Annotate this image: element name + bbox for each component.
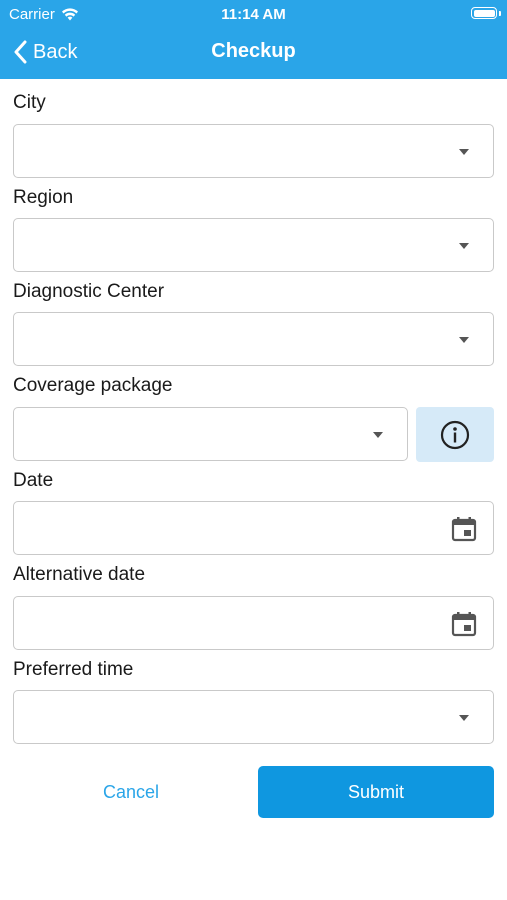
status-time: 11:14 AM	[221, 6, 286, 23]
date-input[interactable]	[13, 501, 494, 555]
submit-button[interactable]: Submit	[258, 766, 494, 818]
navigation-header: Carrier 11:14 AM Back Checkup	[0, 0, 507, 79]
city-label: City	[13, 92, 46, 113]
caret-down-icon	[459, 715, 469, 721]
battery-icon	[471, 7, 497, 19]
region-select[interactable]	[13, 218, 494, 272]
caret-down-icon	[459, 337, 469, 343]
calendar-icon	[451, 612, 477, 637]
coverage-package-label: Coverage package	[13, 375, 173, 396]
diagnostic-center-select[interactable]	[13, 312, 494, 366]
caret-down-icon	[459, 243, 469, 249]
coverage-package-select[interactable]	[13, 407, 408, 461]
coverage-info-button[interactable]	[416, 407, 494, 462]
alternative-date-input[interactable]	[13, 596, 494, 650]
cancel-label: Cancel	[102, 781, 160, 802]
preferred-time-select[interactable]	[13, 690, 494, 744]
page-title: Checkup	[211, 40, 296, 62]
alternative-date-label: Alternative date	[13, 564, 146, 585]
info-circle-icon	[440, 420, 470, 450]
battery-level	[473, 9, 495, 17]
preferred-time-label: Preferred time	[13, 659, 134, 680]
calendar-icon	[451, 517, 477, 542]
submit-label: Submit	[347, 781, 405, 802]
date-label: Date	[13, 470, 54, 491]
city-select[interactable]	[13, 124, 494, 178]
status-bar: Carrier 11:14 AM	[0, 0, 507, 28]
cancel-button[interactable]: Cancel	[13, 766, 249, 818]
region-label: Region	[13, 187, 74, 208]
caret-down-icon	[373, 432, 383, 438]
caret-down-icon	[459, 149, 469, 155]
diagnostic-center-label: Diagnostic Center	[13, 281, 165, 302]
battery-tip	[499, 11, 501, 16]
